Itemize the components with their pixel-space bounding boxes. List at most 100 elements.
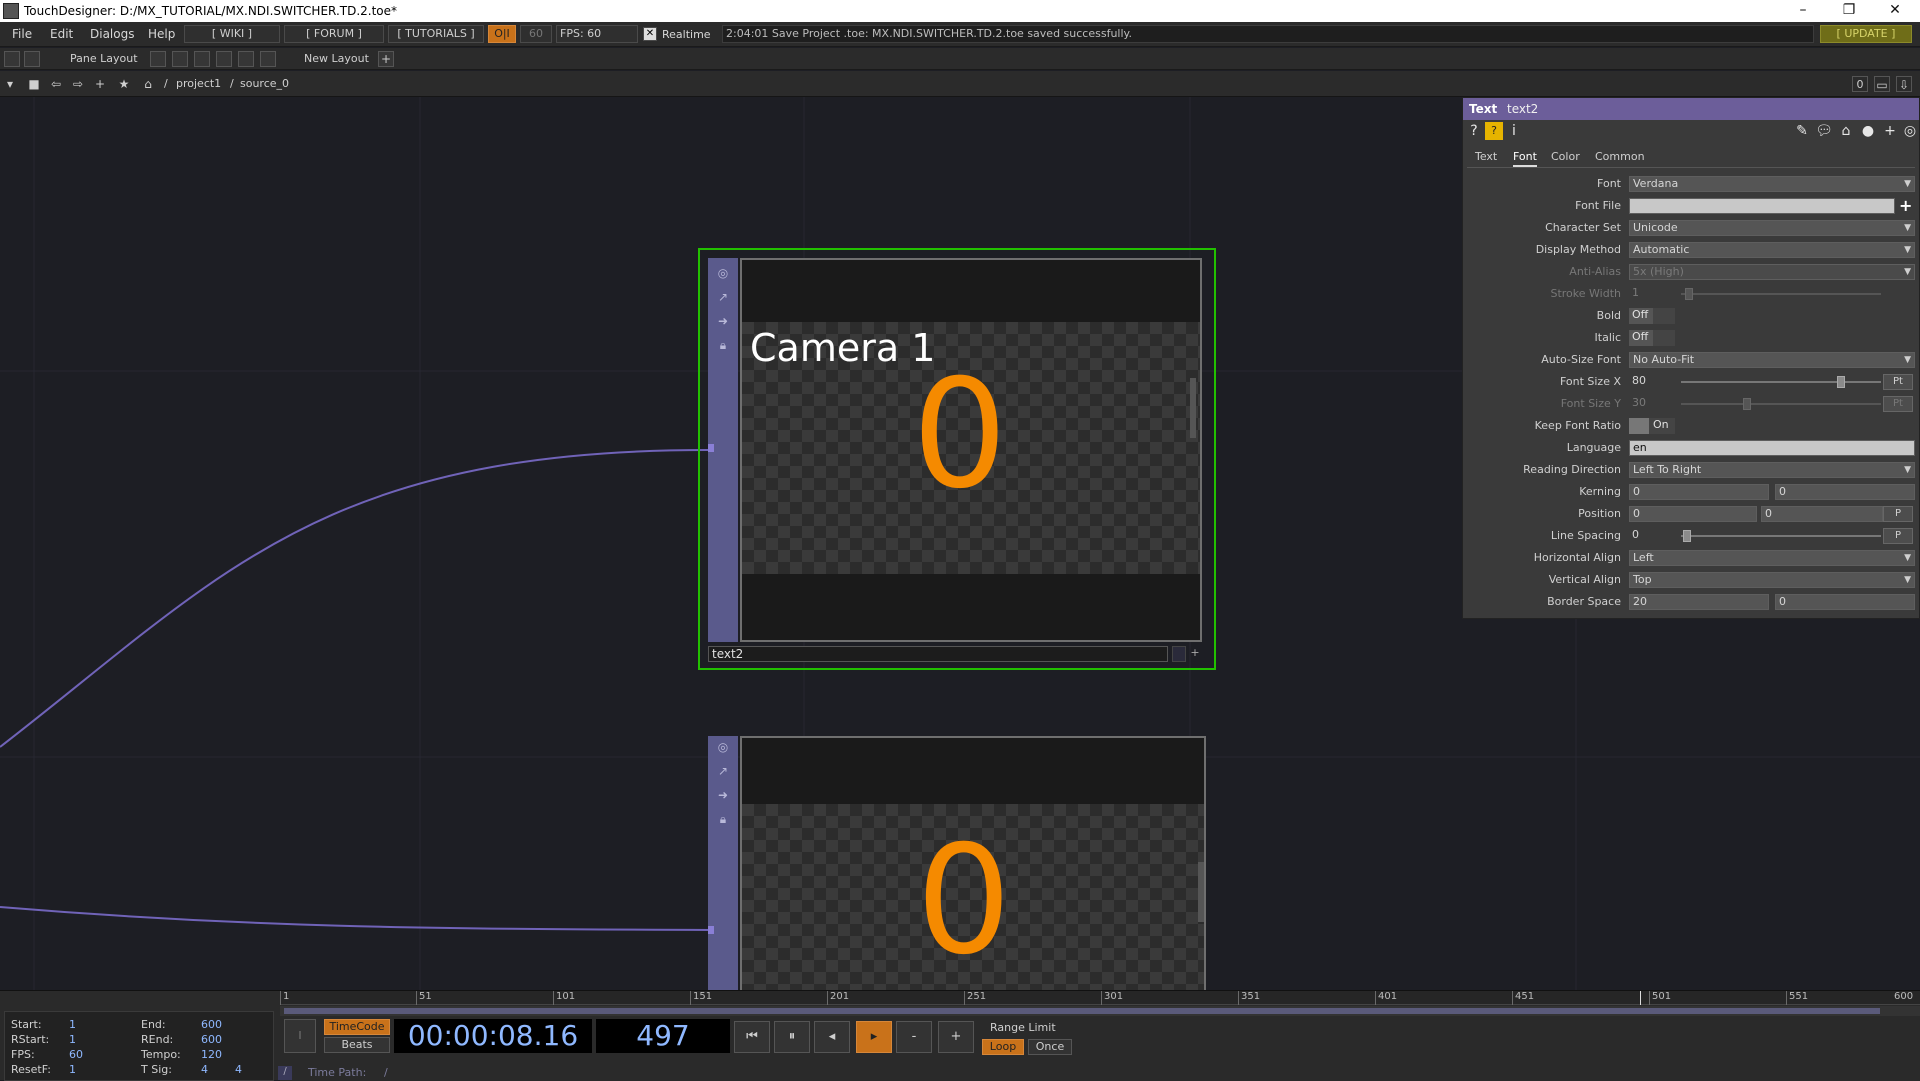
border-space-y-field[interactable]: 0 [1775,594,1915,610]
window-icon[interactable]: ▭ [1874,76,1890,92]
once-button[interactable]: Once [1028,1039,1072,1055]
range-scrollbar[interactable] [280,1006,1920,1016]
node-input-connector[interactable] [708,444,714,452]
tab-text[interactable]: Text [1475,150,1497,163]
node-viewer[interactable]: 0 [740,736,1206,990]
tsig-denominator[interactable]: 4 [235,1063,242,1076]
pause-icon[interactable]: ⏸ [774,1021,810,1053]
time-path-value[interactable]: / [384,1066,388,1079]
line-spacing-slider-track[interactable] [1681,535,1881,537]
node-input-connector[interactable] [708,926,714,934]
add-icon[interactable]: + [92,76,108,92]
position-y-field[interactable]: 0 [1761,506,1883,522]
node-name-field[interactable]: text2 [708,646,1168,662]
fps-value[interactable]: 60 [69,1048,83,1061]
stroke-width-slider-knob[interactable] [1685,288,1693,300]
text2-node[interactable]: ◎ ↗ ➜ 🔒︎ Camera 1 0 text2 + [698,248,1216,670]
position-x-field[interactable]: 0 [1629,506,1757,522]
viewer-active-icon[interactable]: ◎ [714,264,732,282]
node-flag-button[interactable] [1172,646,1186,662]
bold-toggle[interactable]: Off [1629,308,1675,324]
font-size-x-slider-knob[interactable] [1837,376,1845,388]
menu-edit[interactable]: Edit [50,27,73,41]
italic-toggle[interactable]: Off [1629,330,1675,346]
chevron-down-icon[interactable]: ▾ [2,76,18,92]
loop-button[interactable]: Loop [982,1039,1024,1055]
tutorials-button[interactable]: [ TUTORIALS ] [388,25,484,43]
help-icon[interactable]: ? [1465,122,1483,140]
download-icon[interactable]: ⇩ [1896,76,1912,92]
rewind-icon[interactable]: ⏮ [734,1021,770,1053]
star-icon[interactable]: ★ [116,76,132,92]
font-size-y-slider-track[interactable] [1681,403,1881,405]
node-add-icon[interactable]: + [1188,646,1202,662]
position-unit-button[interactable]: P [1883,506,1913,522]
layout-four-button[interactable] [260,51,276,67]
cook-icon[interactable]: ↗ [714,288,732,306]
cook-icon[interactable]: ↗ [714,762,732,780]
wiki-button[interactable]: [ WIKI ] [184,25,280,43]
resetf-value[interactable]: 1 [69,1063,76,1076]
font-file-field[interactable] [1629,198,1895,214]
browse-file-icon[interactable]: + [1899,196,1912,215]
tab-font[interactable]: Font [1513,150,1537,167]
python-help-icon[interactable]: ? [1485,122,1503,140]
path-zero-button[interactable]: 0 [1852,76,1868,92]
minimize-button[interactable]: – [1780,0,1826,22]
layout-three-button[interactable] [216,51,232,67]
comment-icon[interactable]: 💬︎ [1815,122,1833,140]
font-size-x-unit-button[interactable]: Pt [1883,374,1913,390]
stop-icon[interactable]: ■ [26,76,42,92]
add-parameter-icon[interactable]: + [1881,122,1899,140]
border-space-x-field[interactable]: 20 [1629,594,1769,610]
step-back-icon[interactable]: ◂ [814,1021,850,1053]
node-viewer-scrollbar[interactable] [1190,378,1196,438]
target-icon[interactable]: ◎ [1901,122,1919,140]
rstart-value[interactable]: 1 [69,1033,76,1046]
horizontal-align-dropdown[interactable]: Left ▼ [1629,550,1915,566]
beats-button[interactable]: Beats [324,1037,390,1053]
font-size-y-unit-button[interactable]: Pt [1883,396,1913,412]
text-node-2[interactable]: ◎ ↗ ➜ 🔒︎ 0 [704,736,1208,990]
frame-display[interactable]: 497 [596,1019,730,1053]
kerning-x-field[interactable]: 0 [1629,484,1769,500]
forward-icon[interactable]: ⇨ [70,76,86,92]
font-dropdown[interactable]: Verdana ▼ [1629,176,1915,192]
new-layout-label[interactable]: New Layout [304,52,369,65]
anti-alias-dropdown[interactable]: 5x (High) ▼ [1629,264,1915,280]
export-icon[interactable]: ➜ [714,312,732,330]
forum-button[interactable]: [ FORUM ] [284,25,384,43]
menu-help[interactable]: Help [148,27,175,41]
layout-single-button[interactable] [150,51,166,67]
layout-split-h-button[interactable] [194,51,210,67]
add-layout-button[interactable]: + [378,51,394,67]
perform-mode-button[interactable]: O|I [488,25,516,43]
language-field[interactable]: en [1629,440,1915,456]
timecode-display[interactable]: 00:00:08.16 [394,1019,592,1053]
node-viewer-scrollbar[interactable] [1198,862,1204,922]
path-project[interactable]: project1 [176,77,221,90]
step-plus-button[interactable]: + [938,1021,974,1053]
stroke-width-field[interactable]: 1 [1629,286,1679,302]
keep-font-ratio-toggle[interactable]: On [1629,418,1675,434]
line-spacing-field[interactable]: 0 [1629,528,1679,544]
update-button[interactable]: [ UPDATE ] [1820,25,1912,43]
font-size-y-field[interactable]: 30 [1629,396,1679,412]
menu-dialogs[interactable]: Dialogs [90,27,134,41]
info-icon[interactable]: i [1505,122,1523,140]
timeline-ruler[interactable]: 1 51 101 151 201 251 301 351 401 451 501… [280,991,1920,1005]
timecode-button[interactable]: TimeCode [324,1019,390,1035]
layout-split-v-button[interactable] [172,51,188,67]
maximize-button[interactable]: ❐ [1826,0,1872,22]
font-size-y-slider-knob[interactable] [1743,398,1751,410]
timeline-i-button[interactable]: I [284,1019,316,1053]
path-root[interactable]: / [164,77,168,90]
path-current[interactable]: source_0 [240,77,289,90]
display-method-dropdown[interactable]: Automatic ▼ [1629,242,1915,258]
stroke-width-slider-track[interactable] [1681,293,1881,295]
home-icon[interactable]: ⌂ [140,76,156,92]
time-path-root-icon[interactable]: / [278,1066,292,1080]
tag-icon[interactable]: ⌂ [1837,122,1855,140]
viewer-active-icon[interactable]: ◎ [714,738,732,756]
lock-icon[interactable]: 🔒︎ [714,336,732,354]
